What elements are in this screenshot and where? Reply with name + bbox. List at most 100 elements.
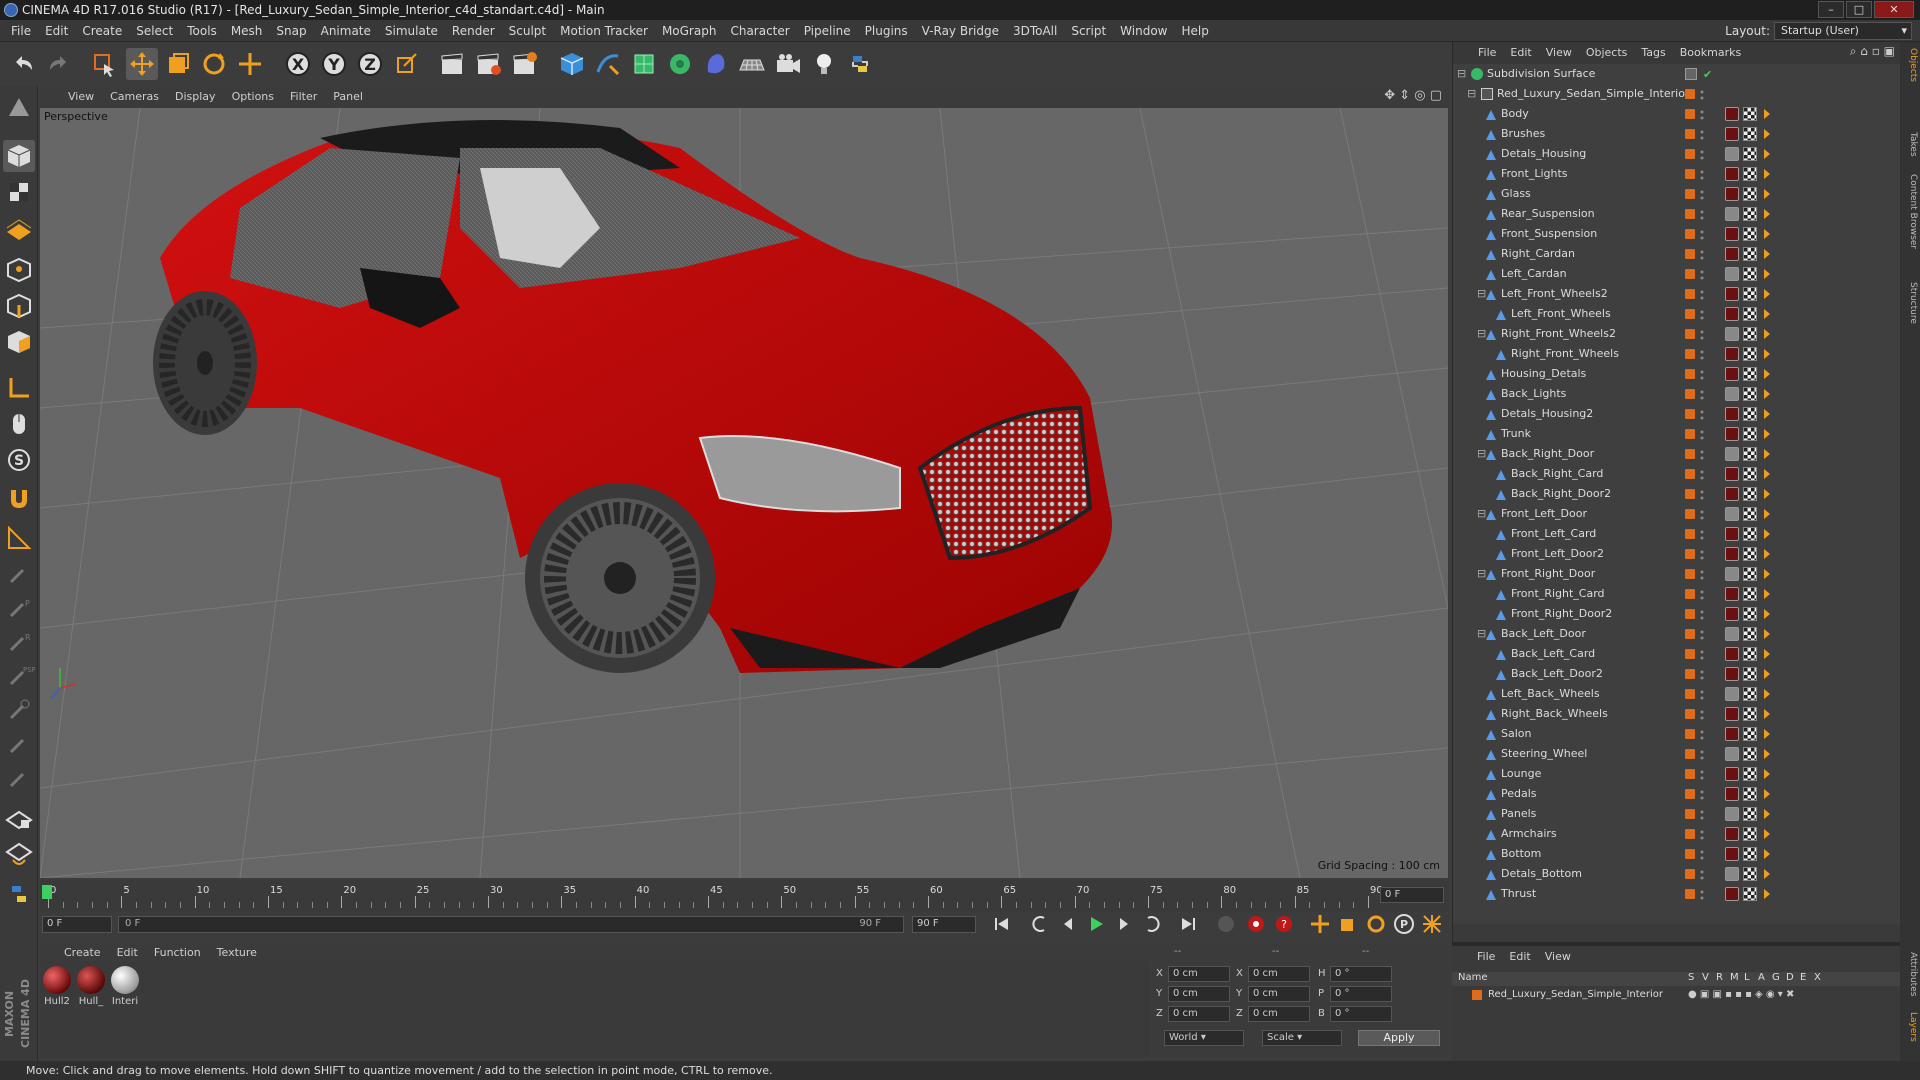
- viewport-menu-options[interactable]: Options: [224, 86, 282, 108]
- menu-3dtoall[interactable]: 3DToAll: [1006, 20, 1064, 42]
- tree-row-detals-housing[interactable]: Detals_Housing: [1453, 144, 1901, 164]
- layer-color-swatch[interactable]: [1685, 249, 1695, 259]
- layer-color-swatch[interactable]: [1685, 529, 1695, 539]
- tree-row-left-back-wheels[interactable]: Left_Back_Wheels: [1453, 684, 1901, 704]
- selection-tag-icon[interactable]: [1761, 567, 1773, 581]
- menu-v-ray-bridge[interactable]: V-Ray Bridge: [915, 20, 1006, 42]
- menu-tools[interactable]: Tools: [180, 20, 224, 42]
- material-tag-icon[interactable]: [1725, 607, 1739, 621]
- visibility-dots-icon[interactable]: [1699, 608, 1705, 620]
- selection-tag-icon[interactable]: [1761, 847, 1773, 861]
- visibility-dots-icon[interactable]: [1699, 508, 1705, 520]
- coord-field-y[interactable]: 0 cm: [1168, 986, 1230, 1002]
- menu-snap[interactable]: Snap: [269, 20, 313, 42]
- uvw-tag-icon[interactable]: [1743, 807, 1757, 821]
- uvw-tag-icon[interactable]: [1743, 527, 1757, 541]
- visibility-dots-icon[interactable]: [1699, 568, 1705, 580]
- material-hull[interactable]: Hull_: [76, 966, 106, 1007]
- selection-tag-icon[interactable]: [1761, 767, 1773, 781]
- visibility-dots-icon[interactable]: [1699, 388, 1705, 400]
- python-script-button[interactable]: [844, 48, 876, 80]
- end-frame-field[interactable]: 90 F: [912, 916, 976, 933]
- layer-color-swatch[interactable]: [1685, 149, 1695, 159]
- visibility-dots-icon[interactable]: [1699, 548, 1705, 560]
- visibility-dots-icon[interactable]: [1699, 488, 1705, 500]
- visibility-dots-icon[interactable]: [1699, 248, 1705, 260]
- uvw-tag-icon[interactable]: [1743, 507, 1757, 521]
- move-tool-button[interactable]: [126, 48, 158, 80]
- uvw-tag-icon[interactable]: [1743, 387, 1757, 401]
- tree-row-pedals[interactable]: Pedals: [1453, 784, 1901, 804]
- selection-tag-icon[interactable]: [1761, 267, 1773, 281]
- visibility-dots-icon[interactable]: [1699, 888, 1705, 900]
- uvw-tag-icon[interactable]: [1743, 407, 1757, 421]
- material-tag-icon[interactable]: [1725, 307, 1739, 321]
- viewport-3d[interactable]: Perspective Grid Spacing : 100 cm: [40, 108, 1448, 878]
- material-tag-icon[interactable]: [1725, 427, 1739, 441]
- layer-color-swatch[interactable]: [1685, 809, 1695, 819]
- world-select[interactable]: World ▾: [1164, 1030, 1244, 1046]
- lock-tool-6-button[interactable]: [3, 728, 35, 760]
- tree-row-back-right-door[interactable]: ⊟ Back_Right_Door: [1453, 444, 1901, 464]
- visibility-dots-icon[interactable]: [1699, 268, 1705, 280]
- visibility-dots-icon[interactable]: [1699, 708, 1705, 720]
- layer-color-swatch[interactable]: [1685, 229, 1695, 239]
- selection-tag-icon[interactable]: [1761, 747, 1773, 761]
- material-tag-icon[interactable]: [1725, 387, 1739, 401]
- play-button[interactable]: [1084, 912, 1108, 936]
- object-menu-edit[interactable]: Edit: [1503, 42, 1538, 64]
- lock-tool-4-button[interactable]: PSR: [3, 660, 37, 692]
- y-axis-button[interactable]: Y: [318, 48, 350, 80]
- selection-tag-icon[interactable]: [1761, 287, 1773, 301]
- array-object-button[interactable]: [664, 48, 696, 80]
- material-tag-icon[interactable]: [1725, 827, 1739, 841]
- visibility-dots-icon[interactable]: [1699, 748, 1705, 760]
- visibility-dots-icon[interactable]: [1699, 868, 1705, 880]
- material-tag-icon[interactable]: [1725, 787, 1739, 801]
- uvw-tag-icon[interactable]: [1743, 467, 1757, 481]
- fold-toggle-icon[interactable]: ⊟: [1467, 84, 1477, 104]
- tree-row-front-suspension[interactable]: Front_Suspension: [1453, 224, 1901, 244]
- layer-color-swatch[interactable]: [1685, 409, 1695, 419]
- menu-create[interactable]: Create: [75, 20, 129, 42]
- planar-workplane-button[interactable]: [3, 838, 35, 870]
- uvw-tag-icon[interactable]: [1743, 867, 1757, 881]
- selection-tag-icon[interactable]: [1761, 627, 1773, 641]
- visibility-dots-icon[interactable]: [1699, 828, 1705, 840]
- uvw-tag-icon[interactable]: [1743, 787, 1757, 801]
- visibility-dots-icon[interactable]: [1699, 228, 1705, 240]
- selection-tag-icon[interactable]: [1761, 167, 1773, 181]
- record-button[interactable]: [1244, 912, 1268, 936]
- selection-tag-icon[interactable]: [1761, 547, 1773, 561]
- material-tag-icon[interactable]: [1725, 107, 1739, 121]
- uvw-tag-icon[interactable]: [1743, 207, 1757, 221]
- uvw-tag-icon[interactable]: [1743, 187, 1757, 201]
- visibility-dots-icon[interactable]: [1699, 208, 1705, 220]
- layer-column-g[interactable]: G: [1772, 972, 1786, 983]
- timeline-ruler[interactable]: 0 5 10 15 20 25 30 35 40 45 50 55 60 65 70 75 80 85 90 0 F: [40, 880, 1448, 916]
- tree-row-left-front-wheels2[interactable]: ⊟ Left_Front_Wheels2: [1453, 284, 1901, 304]
- coordinate-system-button[interactable]: [390, 48, 422, 80]
- visibility-dots-icon[interactable]: [1699, 108, 1705, 120]
- visibility-dots-icon[interactable]: [1699, 468, 1705, 480]
- uvw-tag-icon[interactable]: [1743, 747, 1757, 761]
- selection-tag-icon[interactable]: [1761, 727, 1773, 741]
- material-tag-icon[interactable]: [1725, 867, 1739, 881]
- object-menu-file[interactable]: File: [1471, 42, 1503, 64]
- camera-label[interactable]: Perspective: [44, 110, 108, 123]
- redo-button[interactable]: [42, 48, 74, 80]
- tree-row-front-left-card[interactable]: Front_Left_Card: [1453, 524, 1901, 544]
- selection-tag-icon[interactable]: [1761, 867, 1773, 881]
- next-frame-button[interactable]: [1112, 912, 1136, 936]
- snap-button[interactable]: S: [3, 444, 35, 476]
- points-mode-button[interactable]: [3, 254, 35, 286]
- tree-row-front-right-door[interactable]: ⊟ Front_Right_Door: [1453, 564, 1901, 584]
- playhead[interactable]: [42, 885, 52, 899]
- layer-column-l[interactable]: L: [1744, 972, 1758, 983]
- rotate-tool-button[interactable]: [198, 48, 230, 80]
- viewport-menu-filter[interactable]: Filter: [282, 86, 325, 108]
- spline-pen-button[interactable]: [592, 48, 624, 80]
- tree-row-back-left-door2[interactable]: Back_Left_Door2: [1453, 664, 1901, 684]
- material-tag-icon[interactable]: [1725, 187, 1739, 201]
- layer-column-r[interactable]: R: [1716, 972, 1730, 983]
